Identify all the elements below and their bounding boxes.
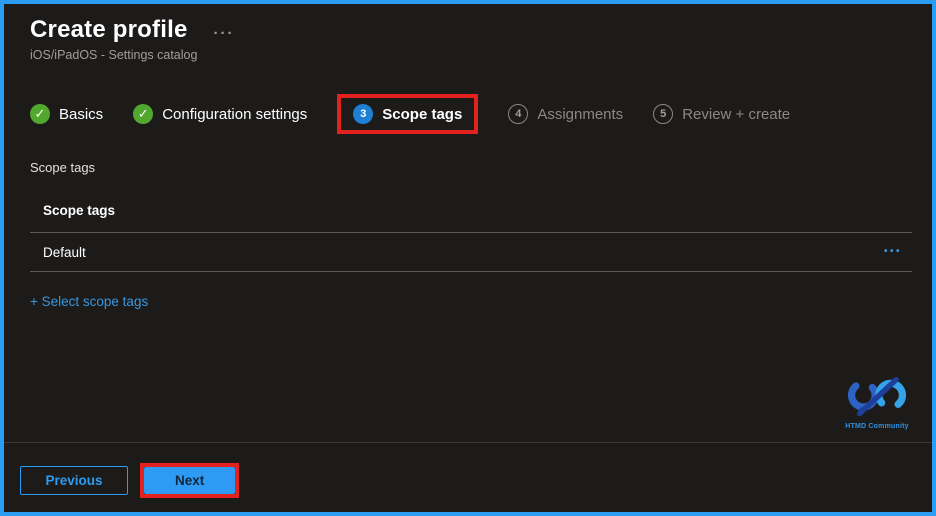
htmd-logo-text: HTMD Community — [845, 422, 909, 430]
step-scope-tags[interactable]: 3 Scope tags — [353, 104, 462, 124]
scope-tags-table: Scope tags Default ••• — [30, 203, 912, 272]
step-scope-tags-label: Scope tags — [382, 105, 463, 123]
step-review-create-label: Review + create — [682, 105, 791, 123]
select-scope-tags-link[interactable]: + Select scope tags — [30, 294, 148, 309]
footer-bar: Previous Next — [4, 441, 932, 513]
htmd-community-logo: HTMD Community — [838, 376, 916, 430]
row-context-menu-icon[interactable]: ••• — [884, 247, 902, 257]
step-review-create[interactable]: 5 Review + create — [653, 104, 790, 124]
table-divider — [30, 271, 912, 272]
step-number-badge: 4 — [508, 104, 529, 124]
step-assignments-label: Assignments — [537, 105, 624, 123]
create-profile-panel: Create profile ··· iOS/iPadOS - Settings… — [0, 0, 936, 516]
step-number-badge: 3 — [353, 104, 374, 124]
step-basics-label: Basics — [59, 105, 104, 123]
more-options-icon[interactable]: ··· — [214, 20, 235, 41]
scope-tag-value: Default — [43, 244, 86, 260]
step-assignments[interactable]: 4 Assignments — [508, 104, 623, 124]
table-row-default: Default ••• — [30, 233, 912, 271]
wizard-steps: ✓ Basics ✓ Configuration settings 3 Scop… — [30, 94, 906, 134]
step-number-badge: 5 — [653, 104, 674, 124]
column-header-scope-tags: Scope tags — [43, 203, 116, 218]
annotation-box-next: Next — [140, 462, 240, 498]
next-button[interactable]: Next — [144, 466, 236, 494]
previous-button[interactable]: Previous — [20, 465, 128, 495]
annotation-box-scope-tags: 3 Scope tags — [337, 94, 479, 134]
htmd-logo-icon — [847, 376, 907, 416]
page-title: Create profile — [30, 16, 188, 43]
check-icon: ✓ — [30, 104, 50, 124]
section-label: Scope tags — [30, 160, 96, 175]
step-basics[interactable]: ✓ Basics — [30, 104, 103, 124]
step-configuration-settings[interactable]: ✓ Configuration settings — [133, 104, 307, 124]
tab-content: Scope tags Scope tags Default ••• + Sele… — [4, 134, 932, 442]
step-configuration-settings-label: Configuration settings — [162, 105, 308, 123]
panel-header: Create profile ··· iOS/iPadOS - Settings… — [4, 4, 932, 62]
page-subtitle: iOS/iPadOS - Settings catalog — [30, 48, 198, 62]
check-icon: ✓ — [133, 104, 154, 124]
